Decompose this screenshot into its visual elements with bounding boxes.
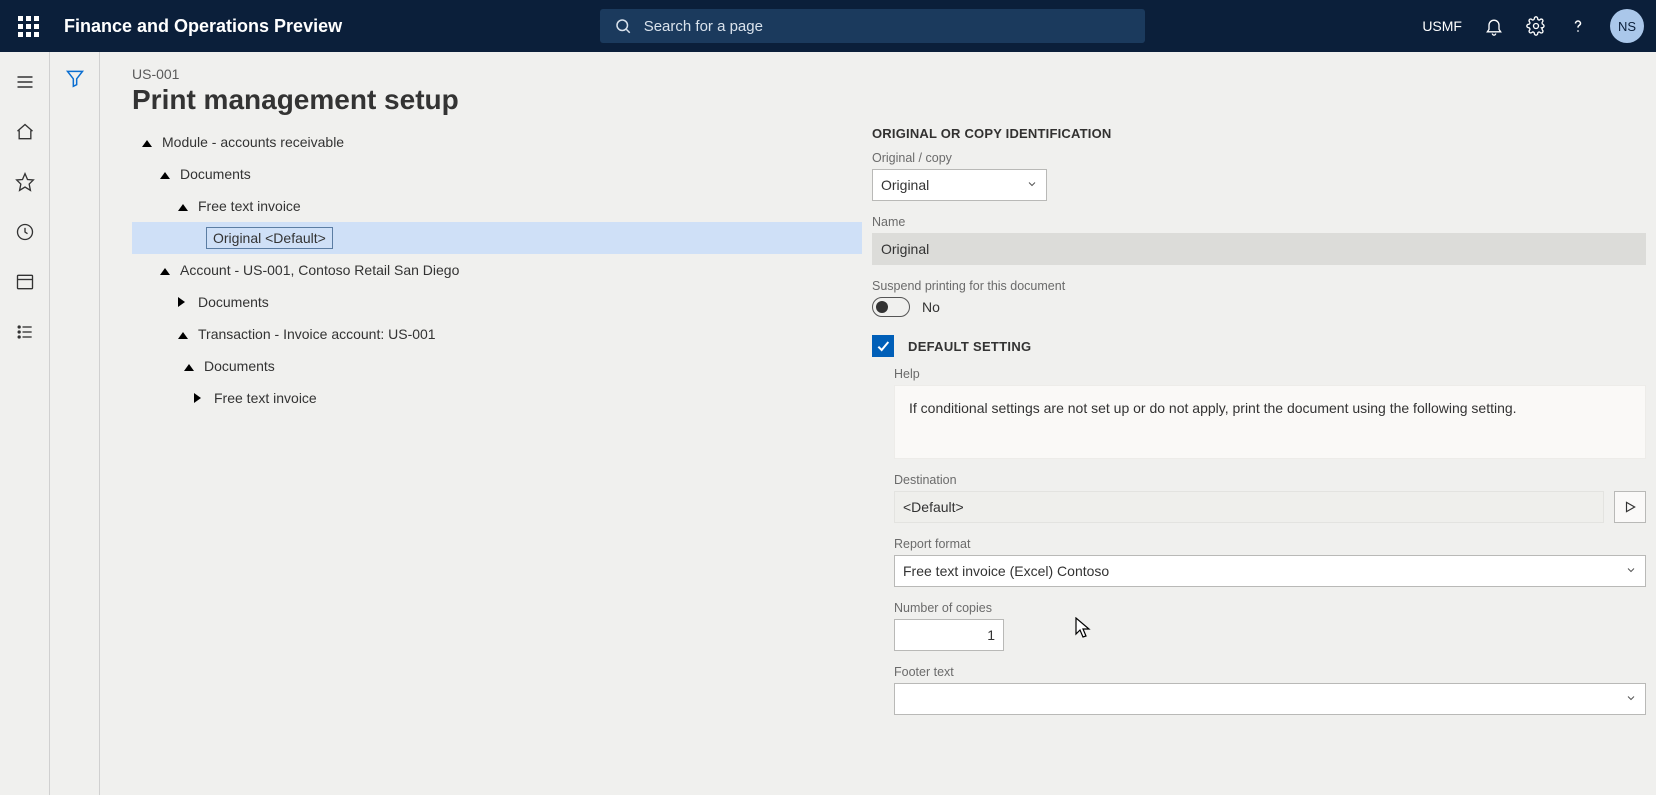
- tree-view: Module - accounts receivable Documents F…: [132, 126, 862, 414]
- tree-node-transaction[interactable]: Transaction - Invoice account: US-001: [132, 318, 862, 350]
- collapse-icon[interactable]: [138, 137, 156, 147]
- collapse-icon[interactable]: [156, 265, 174, 275]
- page-title: Print management setup: [132, 84, 1646, 116]
- original-copy-label: Original / copy: [872, 151, 1646, 165]
- tree-node-module-ar[interactable]: Module - accounts receivable: [132, 126, 862, 158]
- footer-value[interactable]: [894, 683, 1646, 715]
- destination-value[interactable]: <Default>: [894, 491, 1604, 523]
- help-text: If conditional settings are not set up o…: [894, 385, 1646, 459]
- tree-node-transaction-documents[interactable]: Documents: [132, 350, 862, 382]
- name-label: Name: [872, 215, 1646, 229]
- global-search[interactable]: Search for a page: [600, 9, 1145, 43]
- filter-column: [50, 52, 100, 795]
- original-copy-value[interactable]: [872, 169, 1047, 201]
- search-icon: [614, 17, 632, 35]
- default-setting-checkbox[interactable]: [872, 335, 894, 357]
- waffle-icon[interactable]: [12, 10, 44, 42]
- breadcrumb: US-001: [132, 66, 1646, 82]
- num-copies-input[interactable]: [894, 619, 1004, 651]
- expand-icon[interactable]: [174, 297, 192, 307]
- top-bar: Finance and Operations Preview Search fo…: [0, 0, 1656, 52]
- section-identification-title: ORIGINAL OR COPY IDENTIFICATION: [872, 126, 1646, 141]
- search-placeholder: Search for a page: [644, 18, 763, 35]
- name-value: Original: [872, 233, 1646, 265]
- default-setting-label: DEFAULT SETTING: [908, 339, 1031, 354]
- avatar[interactable]: NS: [1610, 9, 1644, 43]
- topbar-right: USMF NS: [1422, 9, 1644, 43]
- left-rail: [0, 52, 50, 795]
- report-format-select[interactable]: [894, 555, 1646, 587]
- modules-icon[interactable]: [13, 320, 37, 344]
- footer-label: Footer text: [894, 665, 1646, 679]
- gear-icon[interactable]: [1526, 16, 1546, 36]
- tree-node-documents[interactable]: Documents: [132, 158, 862, 190]
- tree-node-original-default[interactable]: Original <Default>: [132, 222, 862, 254]
- help-icon[interactable]: [1568, 16, 1588, 36]
- suspend-value: No: [922, 299, 940, 315]
- notification-icon[interactable]: [1484, 16, 1504, 36]
- collapse-icon[interactable]: [174, 329, 192, 339]
- suspend-label: Suspend printing for this document: [872, 279, 1646, 293]
- report-format-label: Report format: [894, 537, 1646, 551]
- tree-node-free-text-invoice[interactable]: Free text invoice: [132, 190, 862, 222]
- main-content: US-001 Print management setup Module - a…: [100, 52, 1656, 795]
- tree-node-account[interactable]: Account - US-001, Contoso Retail San Die…: [132, 254, 862, 286]
- company-code[interactable]: USMF: [1422, 18, 1462, 34]
- filter-icon[interactable]: [65, 68, 85, 91]
- collapse-icon[interactable]: [180, 361, 198, 371]
- report-format-value[interactable]: [894, 555, 1646, 587]
- collapse-icon[interactable]: [156, 169, 174, 179]
- tree-node-account-documents[interactable]: Documents: [132, 286, 862, 318]
- star-icon[interactable]: [13, 170, 37, 194]
- destination-lookup-button[interactable]: [1614, 491, 1646, 523]
- collapse-icon[interactable]: [174, 201, 192, 211]
- suspend-toggle[interactable]: [872, 297, 910, 317]
- app-title: Finance and Operations Preview: [64, 16, 342, 37]
- recent-icon[interactable]: [13, 220, 37, 244]
- destination-label: Destination: [894, 473, 1646, 487]
- hamburger-icon[interactable]: [13, 70, 37, 94]
- expand-icon[interactable]: [190, 393, 208, 403]
- help-label: Help: [894, 367, 1646, 381]
- footer-select[interactable]: [894, 683, 1646, 715]
- home-icon[interactable]: [13, 120, 37, 144]
- tree-node-transaction-free-text[interactable]: Free text invoice: [132, 382, 862, 414]
- num-copies-label: Number of copies: [894, 601, 1646, 615]
- original-copy-select[interactable]: [872, 169, 1047, 201]
- workspace-icon[interactable]: [13, 270, 37, 294]
